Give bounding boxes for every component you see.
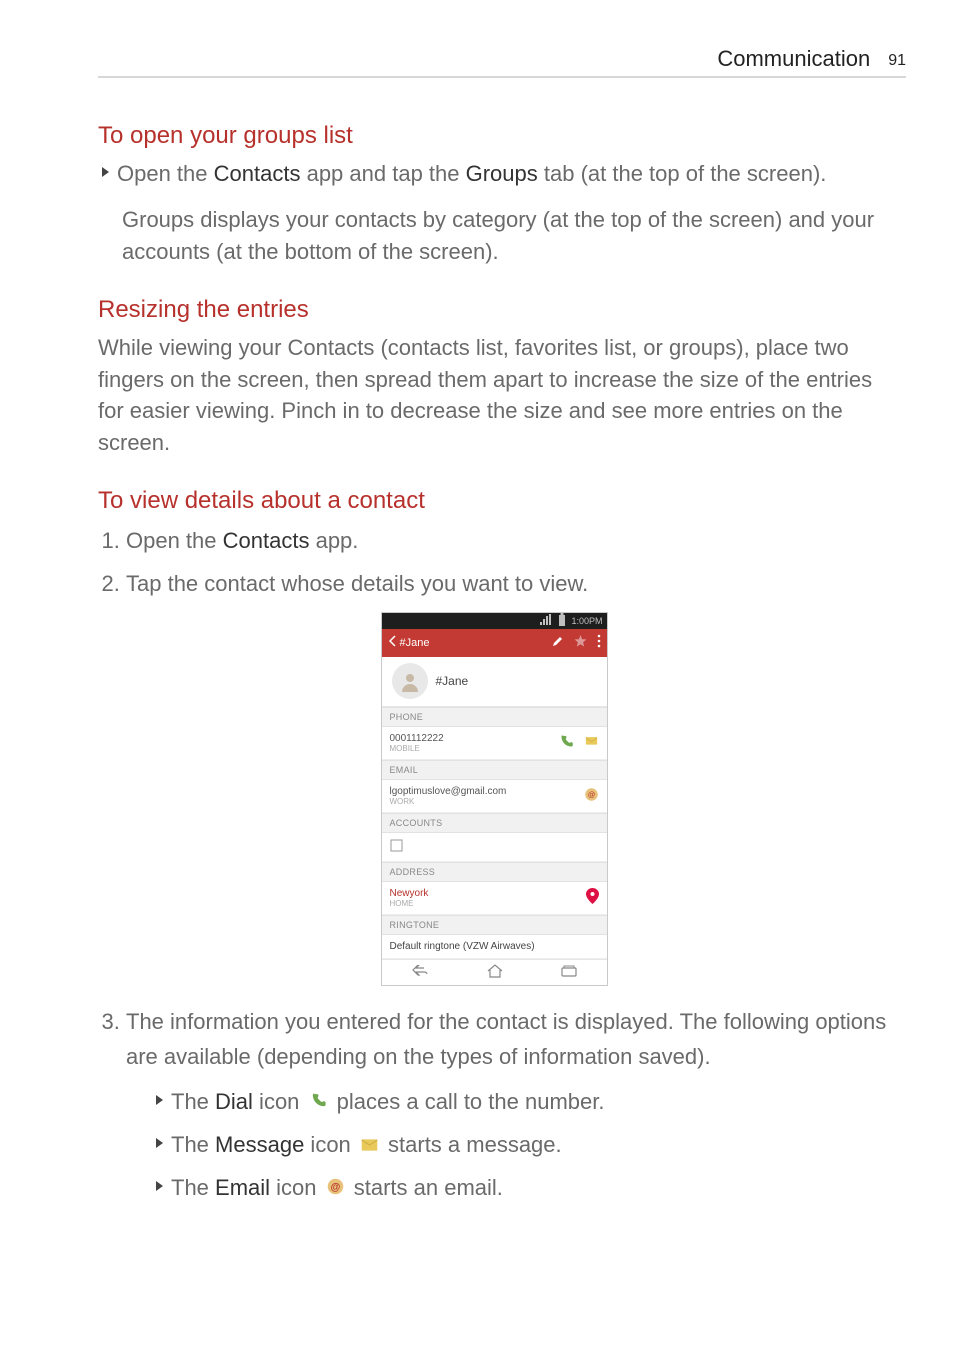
phone-row[interactable]: 0001112222 MOBILE	[382, 727, 607, 760]
phone-nav-bar	[382, 959, 607, 985]
svg-text:@: @	[587, 790, 595, 799]
address-row[interactable]: Newyork HOME	[382, 882, 607, 915]
text-fragment: tab (at the top of the screen).	[538, 161, 827, 186]
sub-bullet-list: The Dial icon places a call to the numbe…	[152, 1086, 890, 1205]
email-row[interactable]: lgoptimuslove@gmail.com WORK @	[382, 780, 607, 813]
phone-number: 0001112222	[390, 733, 444, 744]
message-icon	[361, 1129, 378, 1161]
dial-label: Dial	[215, 1089, 253, 1114]
resizing-description: While viewing your Contacts (contacts li…	[98, 332, 890, 460]
text-fragment: The	[171, 1175, 215, 1200]
section-accounts: ACCOUNTS	[382, 813, 607, 833]
triangle-bullet-icon	[156, 1095, 163, 1105]
step-3-text: The information you entered for the cont…	[126, 1009, 886, 1069]
nav-recent-icon[interactable]	[561, 965, 577, 980]
heading-open-groups: To open your groups list	[98, 122, 890, 150]
groups-description: Groups displays your contacts by categor…	[122, 204, 890, 268]
title-actions	[552, 634, 601, 651]
triangle-bullet-icon	[156, 1181, 163, 1191]
svg-text:@: @	[330, 1183, 340, 1194]
email-at-icon[interactable]: @	[584, 787, 599, 805]
page-content: To open your groups list Open the Contac…	[98, 122, 890, 1215]
signal-icon	[539, 613, 553, 629]
step-3: The information you entered for the cont…	[126, 1004, 890, 1206]
steps-list-continued: The information you entered for the cont…	[126, 1004, 890, 1206]
text-fragment: places a call to the number.	[331, 1089, 605, 1114]
heading-resizing: Resizing the entries	[98, 296, 890, 324]
text-fragment: icon	[304, 1132, 357, 1157]
text-fragment: icon	[253, 1089, 306, 1114]
nav-back-icon[interactable]	[411, 965, 429, 980]
bullet-open-contacts: Open the Contacts app and tap the Groups…	[102, 158, 890, 190]
contact-name: #Jane	[436, 674, 469, 688]
status-time: 1:00PM	[571, 616, 602, 626]
section-ringtone: RINGTONE	[382, 915, 607, 935]
section-address: ADDRESS	[382, 862, 607, 882]
nav-home-icon[interactable]	[487, 964, 503, 981]
step-2: Tap the contact whose details you want t…	[126, 566, 890, 601]
dial-icon[interactable]	[559, 734, 574, 752]
phone-type: MOBILE	[390, 744, 444, 753]
phone-status-bar: 1:00PM	[382, 613, 607, 629]
text-fragment: app.	[309, 528, 358, 553]
email-at-icon: @	[327, 1172, 344, 1204]
sub-bullet-email: The Email icon @ starts an email.	[156, 1172, 890, 1205]
battery-icon	[555, 613, 569, 629]
text-fragment: Open the	[126, 528, 223, 553]
address-value: Newyork	[390, 888, 429, 899]
map-pin-icon[interactable]	[586, 888, 599, 907]
contact-title: #Jane	[400, 637, 430, 649]
message-label: Message	[215, 1132, 304, 1157]
page-number: 91	[888, 52, 906, 70]
overflow-menu-icon[interactable]	[597, 634, 601, 651]
account-box-icon	[390, 839, 403, 852]
contact-hero: #Jane	[382, 657, 607, 707]
text-fragment: app and tap the	[300, 161, 465, 186]
section-email: EMAIL	[382, 760, 607, 780]
steps-list: Open the Contacts app. Tap the contact w…	[126, 523, 890, 601]
text-fragment: starts an email.	[348, 1175, 503, 1200]
text-fragment: icon	[270, 1175, 323, 1200]
ringtone-row[interactable]: Default ringtone (VZW Airwaves)	[382, 935, 607, 959]
email-type: WORK	[390, 797, 507, 806]
contacts-app-name: Contacts	[223, 528, 310, 553]
bullet-text: Open the Contacts app and tap the Groups…	[117, 158, 826, 190]
accounts-row[interactable]	[382, 833, 607, 862]
back-chevron-icon[interactable]	[388, 635, 396, 650]
address-type: HOME	[390, 899, 429, 908]
section-phone: PHONE	[382, 707, 607, 727]
page-header: Communication 91	[98, 48, 906, 78]
groups-tab-name: Groups	[466, 161, 538, 186]
contacts-app-name: Contacts	[214, 161, 301, 186]
sub-bullet-text: The Email icon @ starts an email.	[171, 1172, 503, 1205]
sub-bullet-message: The Message icon starts a message.	[156, 1129, 890, 1162]
triangle-bullet-icon	[102, 167, 109, 177]
sub-bullet-text: The Dial icon places a call to the numbe…	[171, 1086, 604, 1119]
heading-view-details: To view details about a contact	[98, 487, 890, 515]
message-icon[interactable]	[584, 734, 599, 752]
ringtone-value: Default ringtone (VZW Airwaves)	[390, 941, 535, 952]
title-left[interactable]: #Jane	[388, 635, 430, 650]
text-fragment: starts a message.	[382, 1132, 562, 1157]
star-favorite-icon[interactable]	[574, 635, 587, 651]
triangle-bullet-icon	[156, 1138, 163, 1148]
phone-title-bar[interactable]: #Jane	[382, 629, 607, 657]
text-fragment: The	[171, 1089, 215, 1114]
dial-icon	[310, 1086, 327, 1118]
step-1: Open the Contacts app.	[126, 523, 890, 558]
section-title: Communication	[717, 46, 870, 72]
email-value: lgoptimuslove@gmail.com	[390, 786, 507, 797]
avatar-icon[interactable]	[392, 663, 428, 699]
sub-bullet-dial: The Dial icon places a call to the numbe…	[156, 1086, 890, 1119]
phone-screenshot: 1:00PM #Jane	[381, 612, 608, 986]
sub-bullet-text: The Message icon starts a message.	[171, 1129, 562, 1162]
email-label: Email	[215, 1175, 270, 1200]
edit-pencil-icon[interactable]	[552, 635, 564, 650]
text-fragment: The	[171, 1132, 215, 1157]
text-fragment: Open the	[117, 161, 214, 186]
